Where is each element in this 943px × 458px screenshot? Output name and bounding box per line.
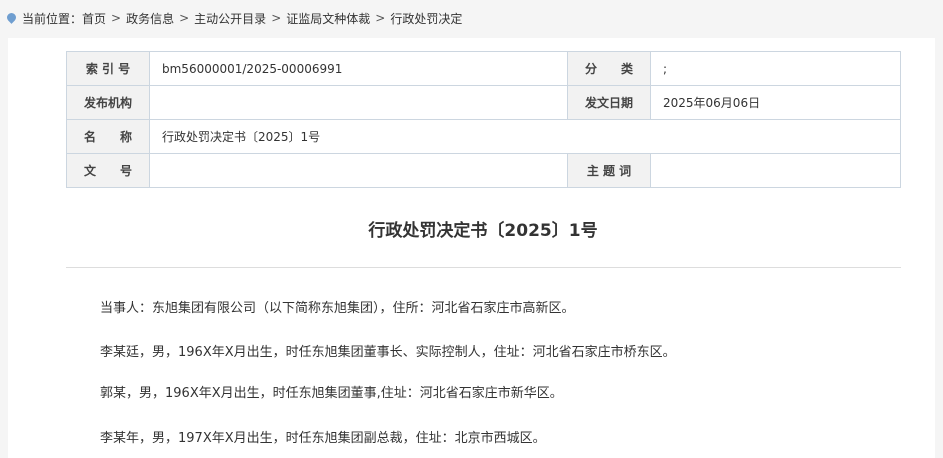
breadcrumb-prefix: 当前位置： bbox=[22, 11, 83, 26]
docno-value bbox=[149, 153, 568, 188]
breadcrumb-separator: > bbox=[111, 11, 122, 25]
paragraph: 李某廷，男，196X年X月出生，时任东旭集团董事长、实际控制人，住址：河北省石家… bbox=[100, 345, 676, 360]
breadcrumb-gov-info[interactable]: 政务信息 bbox=[126, 10, 174, 27]
keywords-label: 主 题 词 bbox=[567, 153, 651, 188]
breadcrumb-separator: > bbox=[375, 11, 386, 25]
breadcrumb-separator: > bbox=[179, 11, 190, 25]
divider bbox=[66, 267, 901, 268]
paragraph: 李某年，男，197X年X月出生，时任东旭集团副总裁，住址：北京市西城区。 bbox=[100, 431, 546, 446]
index-value: bm56000001/2025-00006991 bbox=[149, 51, 568, 86]
breadcrumb-catalog[interactable]: 主动公开目录 bbox=[194, 10, 266, 27]
metadata-table: 索 引 号 bm56000001/2025-00006991 分 类; 发布机构 发文… bbox=[66, 51, 901, 188]
category-value: ; bbox=[650, 51, 901, 86]
breadcrumb-doc-types[interactable]: 证监局文种体裁 bbox=[286, 10, 370, 27]
location-pin-icon bbox=[5, 10, 18, 24]
paragraph: 郭某，男，196X年X月出生，时任东旭集团董事,住址：河北省石家庄市新华区。 bbox=[100, 386, 563, 401]
breadcrumb-current[interactable]: 行政处罚决定 bbox=[390, 10, 462, 27]
category-label: 分 类 bbox=[567, 51, 651, 86]
name-label: 名 称 bbox=[66, 119, 150, 154]
date-value: 2025年06月06日 bbox=[650, 85, 901, 120]
publisher-value bbox=[149, 85, 568, 120]
docno-label: 文 号 bbox=[66, 153, 150, 188]
keywords-value bbox=[650, 153, 901, 188]
publisher-label: 发布机构 bbox=[66, 85, 150, 120]
paragraph: 当事人：东旭集团有限公司（以下简称东旭集团），住所：河北省石家庄市高新区。 bbox=[100, 301, 575, 316]
breadcrumb-home[interactable]: 首页 bbox=[82, 10, 106, 27]
index-label: 索 引 号 bbox=[66, 51, 150, 86]
name-value: 行政处罚决定书〔2025〕1号 bbox=[149, 119, 901, 154]
document-title: 行政处罚决定书〔2025〕1号 bbox=[368, 221, 598, 241]
date-label: 发文日期 bbox=[567, 85, 651, 120]
content-panel: 索 引 号 bm56000001/2025-00006991 分 类; 发布机构 发文… bbox=[8, 38, 935, 458]
breadcrumb: 当前位置： 首页 > 政务信息 > 主动公开目录 > 证监局文种体裁 > 行政处罚决定 bbox=[0, 0, 943, 36]
breadcrumb-separator: > bbox=[271, 11, 282, 25]
